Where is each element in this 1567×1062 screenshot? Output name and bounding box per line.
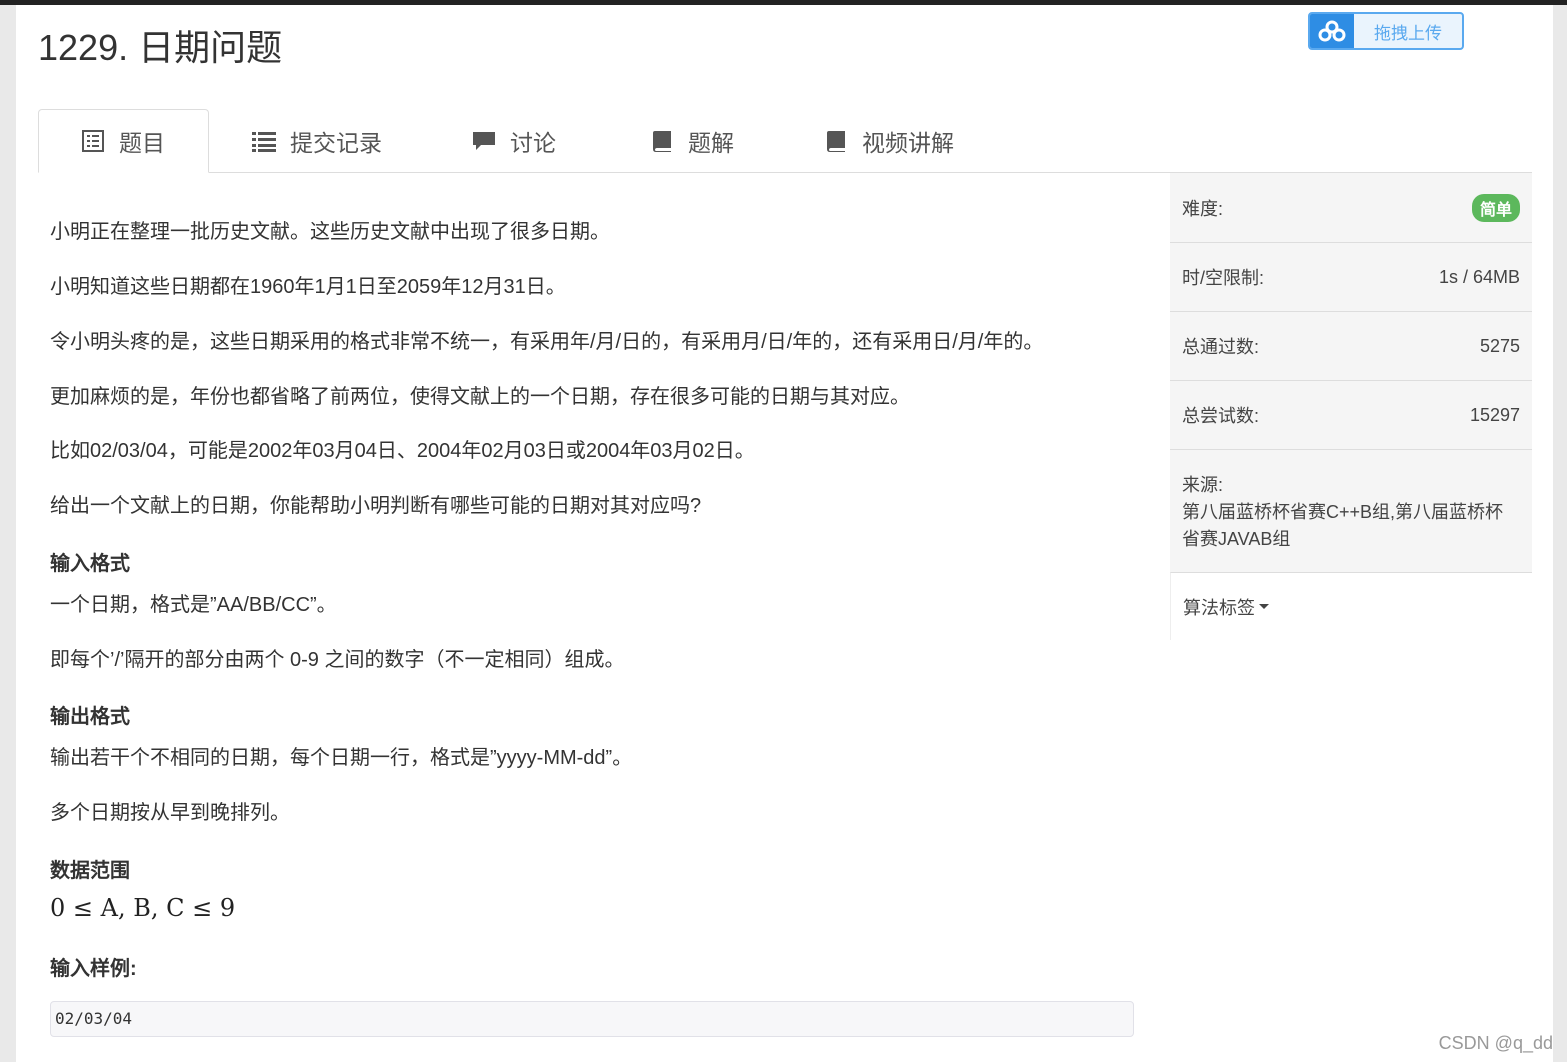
book-icon — [824, 129, 848, 153]
page-title: 1229. 日期问题 — [38, 27, 283, 68]
tab-discussion[interactable]: 讨论 — [472, 109, 556, 172]
tab-label: 提交记录 — [290, 129, 382, 156]
tab-label: 视频讲解 — [862, 129, 954, 156]
description-paragraph: 小明正在整理一批历史文献。这些历史文献中出现了很多日期。 — [50, 221, 610, 243]
problem-page: 1229. 日期问题 拖拽上传 题目 提交记录 讨论 题解 视频讲解 小明正在整… — [16, 5, 1553, 1062]
tried-label: 总尝试数: — [1182, 406, 1260, 426]
comment-icon — [472, 129, 496, 153]
limit-value: 1s / 64MB — [1438, 266, 1520, 287]
passed-value: 5275 — [1479, 335, 1520, 356]
description-paragraph: 给出一个文献上的日期，你能帮助小明判断有哪些可能的日期对其对应吗? — [50, 495, 702, 517]
output-format-text: 多个日期按从早到晚排列。 — [50, 802, 290, 824]
list-icon — [252, 129, 276, 153]
source-label: 来源: — [1182, 475, 1224, 495]
description-paragraph: 令小明头疼的是，这些日期采用的格式非常不统一，有采用年/月/日的，有采用月/日/… — [50, 331, 1044, 353]
input-format-text: 一个日期，格式是”AA/BB/CC”。 — [50, 594, 337, 616]
input-format-text: 即每个’/’隔开的部分由两个 0-9 之间的数字（不一定相同）组成。 — [50, 649, 625, 671]
sample-input-code: 02/03/04 — [50, 1001, 1134, 1037]
input-format-heading: 输入格式 — [50, 553, 130, 575]
difficulty-badge: 简单 — [1471, 193, 1520, 222]
description-paragraph: 更加麻烦的是，年份也都省略了前两位，使得文献上的一个日期，存在很多可能的日期与其… — [50, 386, 910, 408]
tab-label: 题目 — [119, 130, 165, 156]
algorithm-tags-dropdown[interactable]: 算法标签 — [1170, 572, 1532, 640]
description-paragraph: 比如02/03/04，可能是2002年03月04日、2004年02月03日或20… — [50, 440, 755, 462]
watermark: CSDN @q_dd — [1438, 1033, 1553, 1053]
tab-problem[interactable]: 题目 — [38, 109, 209, 173]
tab-video[interactable]: 视频讲解 — [824, 109, 954, 172]
problem-info-panel: 难度: 简单 时/空限制: 1s / 64MB 总通过数: 5275 总尝试数:… — [1170, 172, 1532, 640]
tried-value: 15297 — [1469, 404, 1520, 425]
description-paragraph: 小明知道这些日期都在1960年1月1日至2059年12月31日。 — [50, 276, 566, 298]
output-format-heading: 输出格式 — [50, 706, 130, 728]
drag-upload-button[interactable]: 拖拽上传 — [1308, 12, 1464, 50]
cloud-icon — [1310, 14, 1354, 48]
list-alt-icon — [81, 129, 105, 153]
problem-tabs: 题目 提交记录 讨论 题解 视频讲解 — [38, 109, 1532, 173]
sample-input-heading: 输入样例: — [50, 958, 137, 980]
data-range-heading: 数据范围 — [50, 860, 130, 882]
tab-label: 题解 — [688, 129, 734, 156]
passed-label: 总通过数: — [1182, 337, 1260, 357]
book-icon — [650, 129, 674, 153]
limit-label: 时/空限制: — [1182, 268, 1265, 288]
data-range-formula: 0 ≤ A, B, C ≤ 9 — [50, 894, 236, 922]
difficulty-row: 难度: 简单 — [1170, 172, 1532, 242]
output-format-text: 输出若干个不相同的日期，每个日期一行，格式是”yyyy-MM-dd”。 — [50, 747, 633, 769]
source-row: 来源: 第八届蓝桥杯省赛C++B组,第八届蓝桥杯省赛JAVAB组 — [1170, 449, 1532, 572]
passed-row: 总通过数: 5275 — [1170, 311, 1532, 380]
upload-label: 拖拽上传 — [1374, 23, 1442, 43]
tried-row: 总尝试数: 15297 — [1170, 380, 1532, 449]
caret-down-icon — [1259, 604, 1269, 609]
tab-label: 讨论 — [510, 129, 556, 156]
tab-submissions[interactable]: 提交记录 — [252, 109, 382, 172]
tags-label: 算法标签 — [1183, 597, 1255, 618]
limit-row: 时/空限制: 1s / 64MB — [1170, 242, 1532, 311]
source-value: 第八届蓝桥杯省赛C++B组,第八届蓝桥杯省赛JAVAB组 — [1182, 502, 1504, 549]
difficulty-label: 难度: — [1182, 198, 1224, 219]
tab-solutions[interactable]: 题解 — [650, 109, 734, 172]
